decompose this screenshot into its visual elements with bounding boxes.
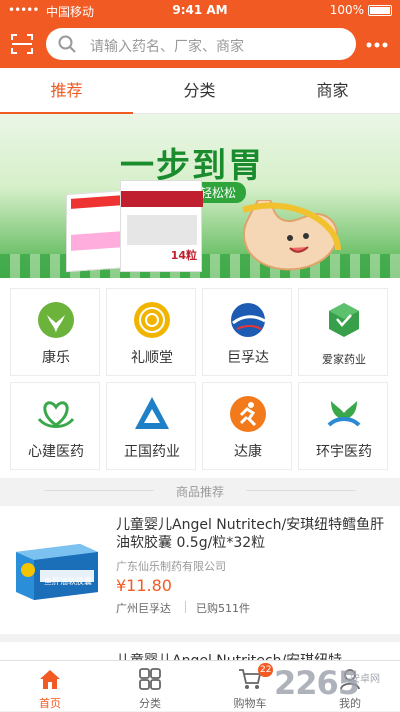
top-tabs: 推荐 分类 商家 [0, 68, 400, 114]
cart-badge: 22 [258, 663, 274, 677]
sprout-icon [327, 401, 361, 427]
brand-grid: 康乐 礼顺堂 巨孚达 爱家药业 心建医药 正国药业 达康 环宇医药 [0, 278, 400, 478]
meta-separator [185, 601, 186, 613]
product-company: 广东仙乐制药有限公司 [116, 560, 226, 573]
brand-aijia[interactable]: 爱家药业 [298, 288, 388, 376]
grid-icon [139, 668, 161, 690]
brand-label: 正国药业 [124, 444, 180, 460]
promo-banner[interactable]: 一步到胃 轻轻松松 14粒 [0, 114, 400, 278]
watermark: 2265 安卓网 [274, 664, 394, 704]
nav-label: 首页 [39, 697, 61, 710]
product-sold-count: 已购511件 [196, 602, 250, 615]
divider-line-right [246, 490, 356, 491]
product-price: ¥11.80 [116, 576, 172, 595]
nav-label: 分类 [139, 697, 161, 710]
search-icon [58, 35, 76, 53]
section-header: 商品推荐 [0, 480, 400, 500]
brand-zhengguo[interactable]: 正国药业 [106, 382, 196, 470]
brand-huanyu[interactable]: 环宇医药 [298, 382, 388, 470]
divider-line-left [44, 490, 154, 491]
brand-xinjian[interactable]: 心建医药 [10, 382, 100, 470]
search-header: 请输入药名、厂家、商家 [0, 20, 400, 68]
tab-category[interactable]: 分类 [133, 68, 266, 114]
runner-icon [230, 396, 266, 432]
tab-merchant[interactable]: 商家 [266, 68, 399, 114]
flower-icon [134, 302, 170, 338]
status-bar: ••••• 中国移动 9:41 AM 100% [0, 0, 400, 20]
box-count-label: 14粒 [170, 249, 197, 262]
medicine-box-small [66, 189, 128, 273]
triangle-icon [135, 397, 169, 429]
brand-lishuntang[interactable]: 礼顺堂 [106, 288, 196, 376]
product-card[interactable]: 儿童婴儿Angel Nutritech/安琪纽特鳕鱼肝油软胶囊 0.5g/粒*3… [0, 506, 400, 634]
heart-hands-icon [37, 401, 75, 428]
search-input[interactable]: 请输入药名、厂家、商家 [46, 28, 356, 60]
brand-label: 康乐 [42, 350, 70, 366]
home-icon [40, 670, 60, 689]
battery-percent: 100% [329, 3, 364, 17]
brand-kangle[interactable]: 康乐 [10, 288, 100, 376]
brand-label: 达康 [234, 444, 262, 460]
watermark-text: 2265 [274, 664, 360, 702]
tab-recommend[interactable]: 推荐 [0, 68, 133, 114]
product-seller[interactable]: 广州巨孚达 [116, 600, 171, 616]
cube-icon [329, 303, 359, 337]
globe-icon [231, 303, 266, 337]
search-placeholder: 请输入药名、厂家、商家 [90, 39, 244, 55]
brand-label: 巨孚达 [227, 350, 269, 366]
brand-label: 环宇医药 [316, 444, 372, 460]
brand-label: 爱家药业 [322, 353, 366, 366]
medicine-box-large: 14粒 [120, 180, 203, 272]
watermark-subtext: 安卓网 [350, 674, 380, 685]
brand-jufuda[interactable]: 巨孚达 [202, 288, 292, 376]
product-image [16, 544, 98, 600]
stomach-mascot-icon [242, 200, 341, 271]
product-name: 儿童婴儿Angel Nutritech/安琪纽特鳕鱼肝油软胶囊 0.5g/粒*3… [116, 517, 385, 551]
more-icon[interactable] [366, 42, 388, 48]
brand-label: 心建医药 [28, 444, 84, 460]
battery-icon [368, 5, 392, 16]
section-title: 商品推荐 [175, 485, 224, 499]
product-box-text: 鱼肝油软胶囊 [44, 577, 92, 586]
brand-label: 礼顺堂 [131, 350, 173, 366]
nav-home[interactable]: 首页 [0, 661, 100, 712]
scan-icon[interactable] [10, 32, 34, 56]
brand-dakang[interactable]: 达康 [202, 382, 292, 470]
nav-category[interactable]: 分类 [100, 661, 200, 712]
leaf-icon [38, 302, 74, 338]
